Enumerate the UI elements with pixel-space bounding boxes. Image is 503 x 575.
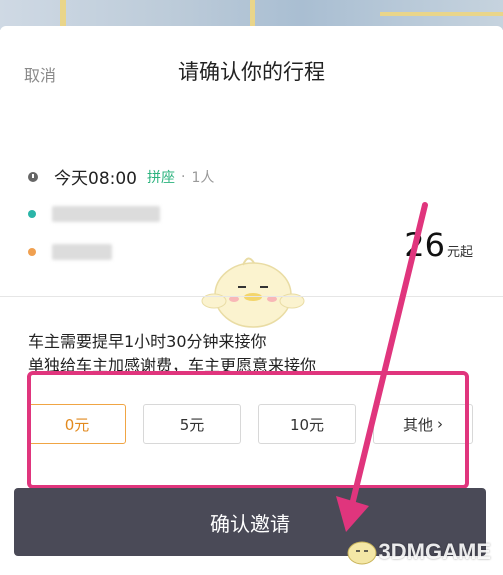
passenger-count: 1人 — [191, 169, 215, 186]
trip-confirm-sheet: 取消 请确认你的行程 今天08:00 拼座 · 1人 26 元起 车主需要提早1… — [0, 26, 503, 575]
page-title: 请确认你的行程 — [178, 60, 325, 84]
watermark: 3DMGAME — [345, 537, 491, 567]
start-location-redacted — [52, 206, 160, 222]
section-divider — [0, 296, 503, 297]
end-location-redacted — [52, 244, 112, 260]
pickup-note: 车主需要提早1小时30分钟来接你 — [28, 332, 267, 351]
mascot-icon — [201, 257, 305, 328]
separator-dot: · — [181, 168, 186, 185]
start-location-row[interactable] — [28, 206, 160, 222]
annotation-highlight-box — [27, 371, 469, 489]
end-location-row[interactable] — [28, 244, 112, 260]
carpool-badge: 拼座 — [147, 169, 175, 186]
watermark-text: 3DMGAME — [378, 539, 491, 564]
price-unit: 元起 — [446, 245, 473, 260]
clock-icon — [28, 171, 38, 182]
price-display: 26 元起 — [404, 226, 473, 264]
trip-time: 今天08:00 — [54, 169, 137, 189]
trip-time-row: 今天08:00 拼座 · 1人 — [28, 164, 214, 189]
end-dot-icon — [28, 248, 36, 256]
start-dot-icon — [28, 210, 36, 218]
price-value: 26 — [404, 226, 445, 264]
watermark-logo-icon — [347, 541, 377, 565]
